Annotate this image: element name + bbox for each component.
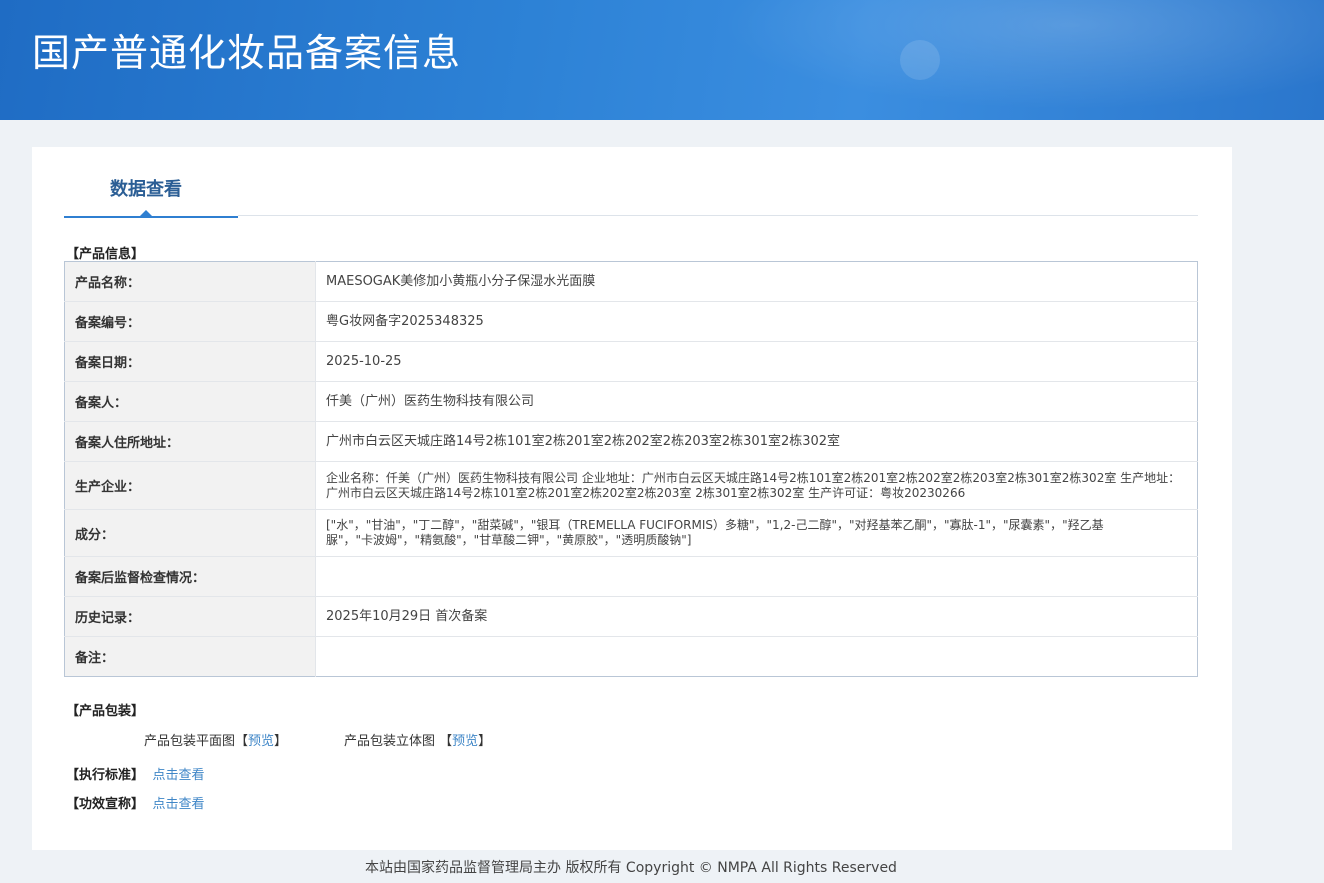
table-row: 备案日期： 2025-10-25 (64, 341, 1198, 382)
packaging-stereo: 产品包装立体图 【预览】 (344, 730, 491, 749)
row-value: ["水"，"甘油"，"丁二醇"，"甜菜碱"，"银耳（TREMELLA FUCIF… (315, 509, 1198, 557)
table-row: 历史记录： 2025年10月29日 首次备案 (64, 596, 1198, 637)
bracket: 】 (274, 734, 288, 749)
row-value: 广州市白云区天城庄路14号2栋101室2栋201室2栋202室2栋203室2栋3… (315, 421, 1198, 462)
row-value: 2025-10-25 (315, 341, 1198, 382)
table-row: 备案编号： 粤G妆网备字2025348325 (64, 301, 1198, 342)
page-header: 国产普通化妆品备案信息 (0, 0, 1324, 120)
page-title: 国产普通化妆品备案信息 (32, 31, 462, 75)
row-key: 备案人： (64, 381, 316, 422)
row-value (315, 556, 1198, 597)
row-value: MAESOGAK美修加小黄瓶小分子保湿水光面膜 (315, 261, 1198, 302)
packaging-flat-label: 产品包装平面图 (144, 734, 236, 749)
bracket: 【 (439, 734, 453, 749)
table-row: 产品名称： MAESOGAK美修加小黄瓶小分子保湿水光面膜 (64, 261, 1198, 302)
section-efficacy-label: 【功效宣称】 (66, 797, 145, 812)
row-key: 备案人住所地址： (64, 421, 316, 462)
footer-copyright: 本站由国家药品监督管理局主办 版权所有 Copyright © NMPA All… (365, 860, 897, 876)
tab-data-view[interactable]: 数据查看 (64, 165, 238, 218)
bracket: 【 (235, 734, 249, 749)
row-key: 备注： (64, 636, 316, 677)
section-packaging-label: 【产品包装】 (66, 704, 145, 719)
row-value: 仟美（广州）医药生物科技有限公司 (315, 381, 1198, 422)
table-row: 备案人住所地址： 广州市白云区天城庄路14号2栋101室2栋201室2栋202室… (64, 421, 1198, 462)
row-value (316, 637, 1198, 677)
packaging-stereo-label: 产品包装立体图 (344, 734, 440, 749)
row-key: 成分： (64, 509, 316, 557)
table-row: 备案人： 仟美（广州）医药生物科技有限公司 (64, 381, 1198, 422)
preview-stereo-link[interactable]: 预览 (452, 734, 478, 749)
tab-active-indicator (140, 210, 152, 216)
row-key: 备案后监督检查情况： (64, 556, 316, 597)
content-card: 数据查看 【产品信息】 产品名称： MAESOGAK美修加小黄瓶小分子保湿水光面… (32, 147, 1232, 850)
row-key: 历史记录： (64, 596, 316, 637)
table-row: 备案后监督检查情况： (64, 556, 1198, 597)
page-footer: 本站由国家药品监督管理局主办 版权所有 Copyright © NMPA All… (0, 857, 1324, 877)
row-key: 产品名称： (64, 261, 316, 302)
section-efficacy: 【功效宣称】 点击查看 (66, 793, 205, 812)
table-row: 备注： (64, 636, 1198, 677)
tab-divider (238, 215, 1198, 216)
header-decoration (720, 0, 1324, 110)
row-value: 企业名称：仟美（广州）医药生物科技有限公司 企业地址：广州市白云区天城庄路14号… (315, 461, 1198, 510)
row-value: 粤G妆网备字2025348325 (315, 301, 1198, 342)
bracket: 】 (478, 734, 492, 749)
row-key: 备案日期： (64, 341, 316, 382)
header-decoration-dot (900, 40, 940, 80)
section-product-info-label: 【产品信息】 (66, 247, 145, 262)
row-key: 生产企业： (64, 461, 316, 510)
section-standard: 【执行标准】 点击查看 (66, 764, 205, 783)
table-row: 生产企业： 企业名称：仟美（广州）医药生物科技有限公司 企业地址：广州市白云区天… (64, 461, 1198, 510)
tab-label: 数据查看 (110, 179, 182, 200)
preview-flat-link[interactable]: 预览 (248, 734, 274, 749)
product-info-table: 产品名称： MAESOGAK美修加小黄瓶小分子保湿水光面膜 备案编号： 粤G妆网… (64, 261, 1198, 677)
row-value: 2025年10月29日 首次备案 (315, 596, 1198, 637)
standard-view-link[interactable]: 点击查看 (153, 768, 205, 783)
row-key: 备案编号： (64, 301, 316, 342)
table-row: 成分： ["水"，"甘油"，"丁二醇"，"甜菜碱"，"银耳（TREMELLA F… (64, 509, 1198, 557)
efficacy-view-link[interactable]: 点击查看 (153, 797, 205, 812)
section-standard-label: 【执行标准】 (66, 768, 145, 783)
packaging-flat: 产品包装平面图【预览】 (144, 730, 287, 749)
